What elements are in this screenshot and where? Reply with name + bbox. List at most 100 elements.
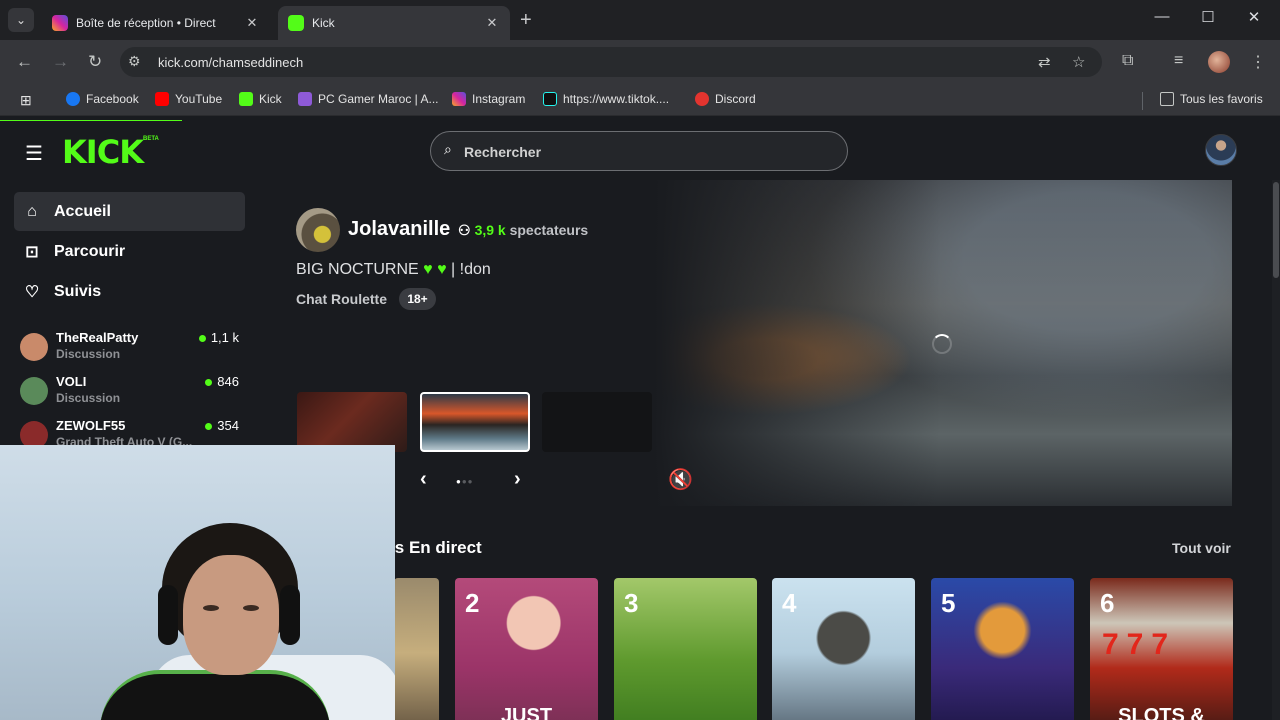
loading-spinner-icon [932,334,952,354]
bookmark-facebook[interactable]: Facebook [66,92,139,106]
viewer-count: 3,9 k [474,222,506,238]
viewer-label: spectateurs [509,222,589,238]
category-card-text: SLOTS & [1118,705,1205,720]
channel-avatar [20,333,48,361]
kick-icon [239,92,253,106]
sidebar-item-accueil[interactable]: ⌂ Accueil [14,192,245,231]
close-tab-icon[interactable]: ✕ [244,15,260,31]
hamburger-menu-icon[interactable]: ☰ [25,141,43,166]
translate-icon[interactable]: ⇄ [1038,53,1051,71]
beta-badge: BETA [143,136,159,142]
minimize-icon[interactable]: — [1139,8,1185,25]
green-heart-icon: ♥ ♥ [423,261,447,278]
viewer-info: ⚇ 3,9 k spectateurs [458,222,588,239]
channel-item[interactable]: VOLI Discussion 846 [18,372,243,412]
media-control-icon[interactable]: ≡ [1174,52,1183,70]
viewer-count: 846 [217,374,239,389]
bookmark-star-icon[interactable]: ☆ [1072,53,1085,71]
category-card[interactable]: 4 [772,578,915,720]
category-card[interactable] [394,578,439,720]
instagram-icon [452,92,466,106]
streamer-avatar[interactable] [296,208,340,252]
webcam-shirt [100,670,330,720]
stream-title-start: BIG NOCTURNE [296,261,419,278]
bookmark-discord[interactable]: Discord [695,92,756,106]
reload-icon[interactable]: ↻ [88,52,102,72]
category-card[interactable]: 6 777 SLOTS & [1090,578,1233,720]
heart-icon: ♡ [24,283,40,301]
search-icon: ⌕ [444,141,452,157]
carousel-next-icon[interactable]: › [514,468,521,491]
pcgamer-icon [298,92,312,106]
carousel-thumbnail-active[interactable] [420,392,530,452]
maximize-icon[interactable]: ☐ [1185,8,1231,26]
tab-instagram[interactable]: Boîte de réception • Direct ✕ [42,6,270,40]
bookmark-kick[interactable]: Kick [239,92,282,106]
channel-name: VOLI [56,374,87,389]
bookmark-label: Discord [715,92,756,106]
kick-favicon-icon [288,15,304,31]
address-bar[interactable]: ⚙ kick.com/chamseddinech ⇄ ☆ [120,47,1102,77]
bookmarks-divider [1142,92,1143,110]
bookmark-instagram[interactable]: Instagram [452,92,525,106]
back-icon[interactable]: ← [16,52,33,72]
close-window-icon[interactable]: ✕ [1231,8,1277,26]
discord-icon [695,92,709,106]
viewer-count: 354 [217,418,239,433]
apps-grid-icon[interactable]: ⊞ [20,92,32,109]
tab-title: Kick [312,16,335,30]
bookmark-youtube[interactable]: YouTube [155,92,222,106]
extensions-icon[interactable]: ⧉ [1122,52,1133,70]
category-card[interactable]: 2 JUST [455,578,598,720]
browser-tab-strip: ⌄ Boîte de réception • Direct ✕ Kick ✕ +… [0,0,1280,40]
profile-avatar[interactable] [1208,51,1230,73]
channel-item[interactable]: TheRealPatty Discussion 1,1 k [18,328,243,368]
forward-icon[interactable]: → [52,52,69,72]
user-avatar[interactable] [1205,134,1237,166]
webcam-face [183,555,279,675]
carousel-prev-icon[interactable]: ‹ [420,468,427,491]
tab-search-button[interactable]: ⌄ [8,8,34,32]
channel-category: Discussion [56,391,121,405]
tab-title: Boîte de réception • Direct [76,16,216,30]
folder-icon [1160,92,1174,106]
tab-kick[interactable]: Kick ✕ [278,6,510,40]
category-card[interactable]: 3 [614,578,757,720]
browser-toolbar: ← → ↻ ⚙ kick.com/chamseddinech ⇄ ☆ ⧉ ≡ ⋮ [0,40,1280,84]
bookmark-tiktok[interactable]: https://www.tiktok.... [543,92,669,106]
close-tab-icon[interactable]: ✕ [484,15,500,31]
site-info-icon[interactable]: ⚙ [128,53,141,70]
see-all-link[interactable]: Tout voir [1172,540,1231,556]
page-scrollbar[interactable] [1272,180,1280,720]
sidebar-item-parcourir[interactable]: ⊡ Parcourir [14,232,245,271]
channel-name: TheRealPatty [56,330,139,345]
webcam-overlay [0,445,395,720]
category-rank: 3 [624,588,639,618]
bookmark-label: https://www.tiktok.... [563,92,670,106]
search-placeholder: Rechercher [464,144,542,160]
carousel-thumbnail[interactable] [542,392,652,452]
category-card[interactable]: 5 [931,578,1074,720]
stream-category[interactable]: Chat Roulette [296,291,387,307]
channel-viewers: 1,1 k [198,330,239,345]
streamer-name[interactable]: Jolavanille [348,218,450,241]
bookmark-label: YouTube [175,92,223,106]
scrollbar-thumb[interactable] [1273,182,1279,278]
menu-kebab-icon[interactable]: ⋮ [1250,52,1266,72]
sidebar-item-label: Parcourir [54,242,126,260]
browse-icon: ⊡ [25,243,39,261]
sidebar-item-suivis[interactable]: ♡ Suivis [14,272,245,311]
category-rank: 2 [465,588,480,618]
bookmark-label: Kick [259,92,282,106]
viewer-count: 1,1 k [210,330,239,345]
muted-speaker-icon[interactable]: 🔇 [668,467,693,492]
search-input[interactable]: ⌕ Rechercher [430,131,848,171]
new-tab-icon[interactable]: + [520,9,532,32]
all-bookmarks-folder[interactable]: Tous les favoris [1160,92,1263,106]
kick-logo[interactable]: KICK [62,133,144,171]
bookmark-label: Facebook [86,92,139,106]
live-dot-icon [198,335,206,342]
bookmark-pcgamer[interactable]: PC Gamer Maroc | A... [298,92,438,106]
bookmarks-bar: ⊞ Facebook YouTube Kick PC Gamer Maroc |… [0,84,1280,116]
carousel-thumbnail[interactable] [297,392,407,452]
